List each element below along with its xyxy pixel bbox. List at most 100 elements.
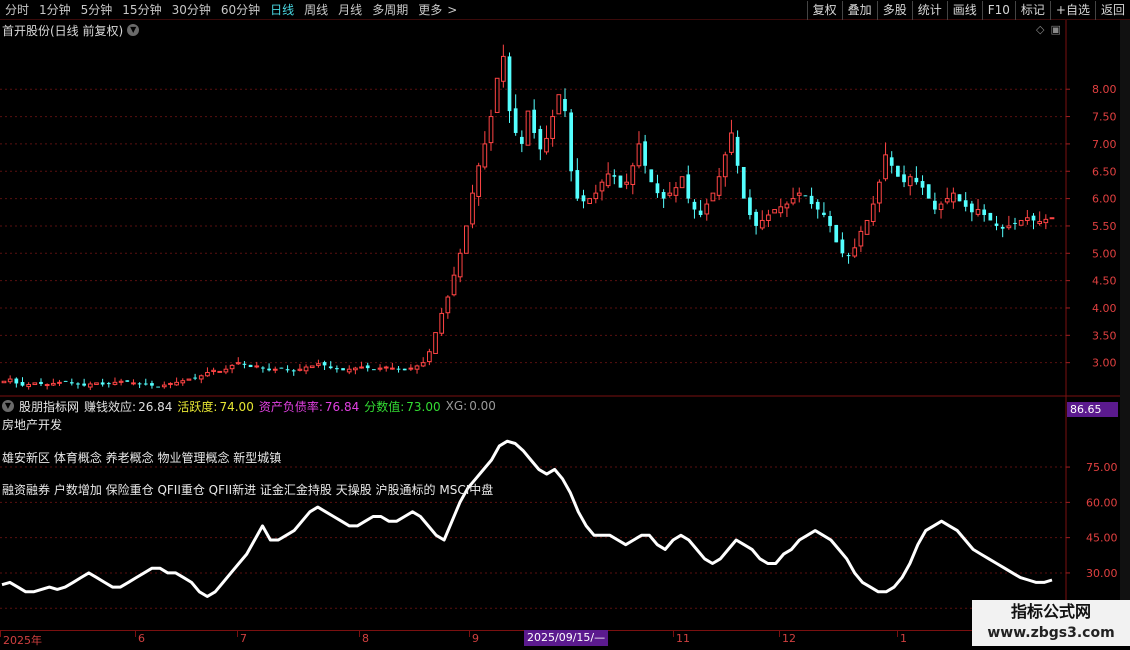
candle-body bbox=[500, 55, 506, 82]
candle-body bbox=[457, 252, 463, 278]
candle-body bbox=[272, 368, 278, 371]
candle-body bbox=[575, 170, 580, 199]
candle-body bbox=[698, 210, 703, 215]
candle-body bbox=[303, 366, 309, 372]
candle-body bbox=[451, 274, 457, 296]
candle-body bbox=[341, 368, 345, 371]
candle-body bbox=[309, 365, 315, 369]
right-info-strip[interactable] bbox=[1120, 20, 1130, 630]
indicator-field-label: 资产负债率: bbox=[258, 399, 323, 414]
candle-body bbox=[279, 367, 284, 369]
candle-body bbox=[100, 382, 105, 385]
candle-body bbox=[729, 132, 734, 153]
indicator-field-value: 76.84 bbox=[324, 399, 360, 414]
date-tick-mark bbox=[897, 631, 898, 637]
chevron-down-icon[interactable]: ▼ bbox=[2, 400, 14, 412]
candle-body bbox=[494, 77, 500, 113]
candle-body bbox=[433, 332, 438, 354]
candle-body bbox=[150, 383, 154, 386]
candle-body bbox=[156, 386, 160, 388]
candle-body bbox=[346, 368, 352, 373]
candle-body bbox=[883, 154, 888, 180]
candle-body bbox=[285, 369, 290, 371]
candle-body bbox=[1049, 217, 1055, 220]
candle-body bbox=[261, 367, 265, 369]
indicator-field-3: 分数值: 73.00 bbox=[364, 398, 440, 415]
indicator-tick-label: 30.00 bbox=[1086, 567, 1118, 580]
candle-body bbox=[902, 174, 906, 183]
candle-body bbox=[439, 312, 445, 334]
candle-body bbox=[1018, 219, 1024, 226]
price-tick-label: 7.50 bbox=[1092, 111, 1117, 124]
candle-body bbox=[907, 176, 913, 187]
candle-body bbox=[488, 116, 494, 144]
candle-body bbox=[538, 129, 543, 150]
candle-body bbox=[359, 366, 364, 369]
candle-body bbox=[988, 212, 993, 221]
candle-body bbox=[759, 219, 765, 229]
candle-body bbox=[94, 382, 99, 385]
price-tick-label: 4.50 bbox=[1092, 275, 1117, 288]
candle-body bbox=[414, 365, 420, 370]
candle-body bbox=[889, 157, 894, 166]
candle-body bbox=[353, 367, 358, 371]
candle-body bbox=[7, 378, 13, 383]
candle-body bbox=[1013, 222, 1017, 224]
candle-body bbox=[161, 384, 167, 388]
candle-body bbox=[143, 383, 148, 385]
candle-body bbox=[970, 203, 974, 213]
candle-body bbox=[587, 198, 592, 204]
candle-body bbox=[667, 192, 673, 196]
chart-canvas[interactable]: 8.00 7.50 7.00 6.50 6.00 5.50 5.00 4.50 4.00 3.50… bbox=[0, 0, 1130, 650]
candle-body bbox=[445, 296, 451, 314]
candle-body bbox=[420, 362, 426, 367]
price-tick-label: 4.00 bbox=[1092, 302, 1117, 315]
candle-body bbox=[870, 203, 876, 222]
price-tick-label: 7.00 bbox=[1092, 138, 1117, 151]
candle-body bbox=[982, 209, 987, 215]
candle-body bbox=[87, 383, 93, 388]
date-tick-mark bbox=[779, 631, 780, 637]
candle-body bbox=[550, 116, 556, 139]
candle-body bbox=[402, 368, 407, 371]
candle-body bbox=[470, 192, 475, 225]
candle-body bbox=[643, 141, 647, 166]
candle-body bbox=[864, 219, 870, 235]
candle-body bbox=[198, 375, 204, 380]
candle-body bbox=[106, 383, 111, 385]
candle-body bbox=[186, 378, 192, 381]
candle-body bbox=[563, 99, 567, 112]
candle-body bbox=[938, 203, 944, 211]
candle-body bbox=[754, 211, 758, 226]
date-tick-mark bbox=[469, 631, 470, 637]
date-tick-mark bbox=[135, 631, 136, 637]
candle-body bbox=[796, 192, 802, 196]
candle-body bbox=[76, 383, 80, 385]
indicator-current-value: 86.65 bbox=[1067, 402, 1118, 417]
candle-body bbox=[1043, 218, 1049, 224]
candle-body bbox=[482, 143, 488, 168]
candle-body bbox=[168, 382, 173, 385]
price-tick-label: 8.00 bbox=[1092, 83, 1117, 96]
indicator-field-1: 活跃度: 74.00 bbox=[177, 398, 253, 415]
candle-body bbox=[920, 181, 925, 188]
date-tick-mark bbox=[673, 631, 674, 637]
candle-body bbox=[20, 382, 25, 386]
candle-body bbox=[248, 364, 253, 368]
candle-body bbox=[131, 382, 136, 385]
candle-body bbox=[593, 192, 599, 200]
candle-body bbox=[679, 176, 685, 189]
candle-body bbox=[229, 364, 235, 370]
candle-body bbox=[809, 195, 814, 205]
candle-body bbox=[686, 174, 691, 199]
candle-body bbox=[63, 380, 68, 382]
candle-body bbox=[852, 247, 858, 257]
candle-body bbox=[840, 239, 845, 254]
candle-body bbox=[1006, 225, 1012, 229]
date-tick-label: 7 bbox=[240, 632, 247, 645]
candle-body bbox=[951, 192, 956, 203]
candle-body bbox=[14, 378, 19, 384]
candle-body bbox=[735, 136, 740, 166]
candle-body bbox=[26, 384, 32, 388]
candle-body bbox=[118, 380, 124, 383]
